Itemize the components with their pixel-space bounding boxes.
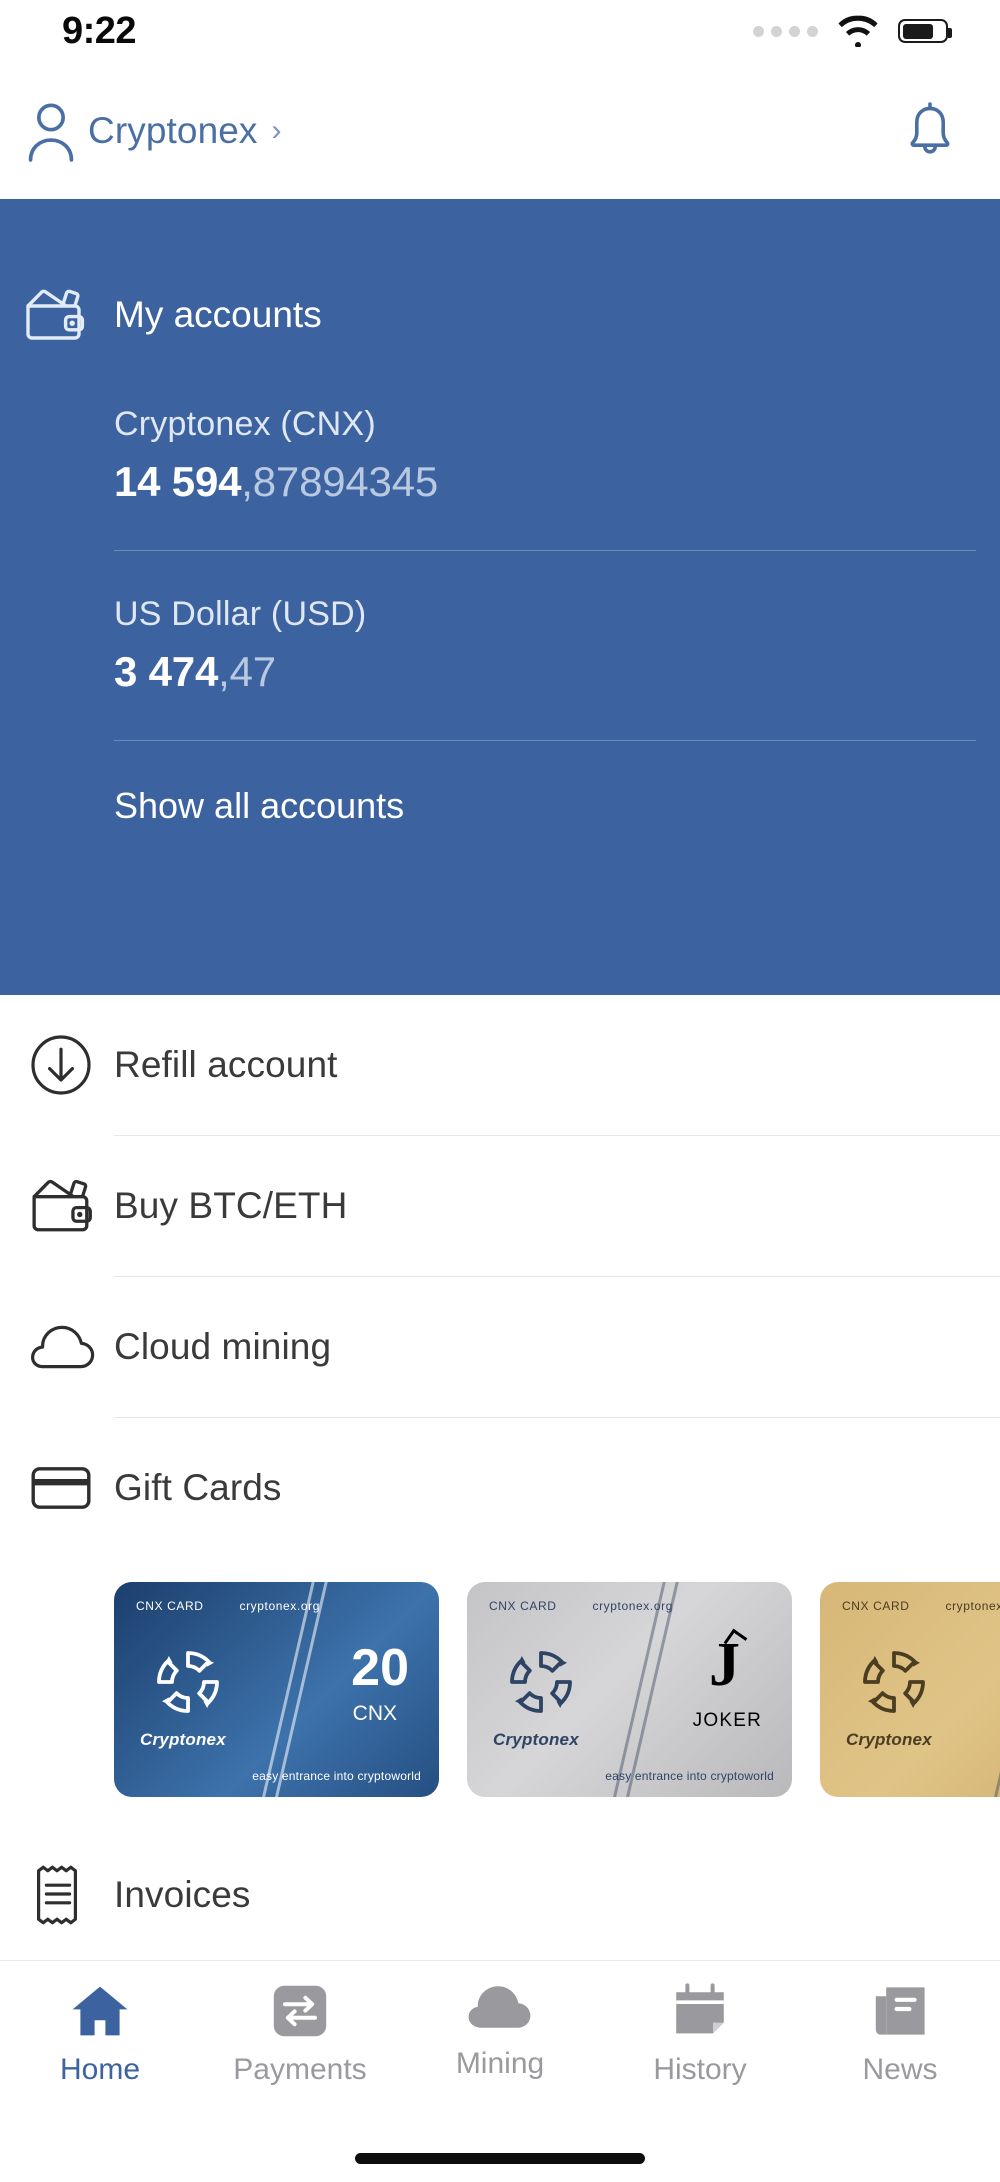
- accounts-header: My accounts: [24, 199, 1000, 343]
- tab-news[interactable]: News: [800, 1983, 1000, 2087]
- gift-card-brand: Cryptonex: [140, 1730, 226, 1749]
- account-amount-fraction: ,47: [218, 648, 276, 695]
- newspaper-icon: [871, 1983, 929, 2039]
- gift-card-brand: Cryptonex: [846, 1730, 932, 1749]
- account-name: Cryptonex (CNX): [114, 405, 376, 443]
- gift-cards-carousel[interactable]: CNX CARD cryptonex.org Cryptonex 20 CNX …: [0, 1558, 1000, 1825]
- gift-card-cnx-20[interactable]: CNX CARD cryptonex.org Cryptonex 20 CNX …: [114, 1582, 439, 1797]
- exchange-arrows-icon: [271, 1983, 329, 2039]
- gift-card-currency: CNX: [352, 1702, 397, 1725]
- menu-item-label: Gift Cards: [114, 1467, 282, 1508]
- account-amount: 3 474,47: [114, 648, 976, 696]
- bottom-tab-bar: Home Payments Mining History News: [0, 1960, 1000, 2182]
- credit-card-icon: [24, 1464, 114, 1512]
- home-indicator[interactable]: [355, 2153, 645, 2164]
- bell-icon[interactable]: [904, 101, 956, 160]
- tab-mining[interactable]: Mining: [400, 1983, 600, 2081]
- gift-card-label: CNX CARD: [136, 1599, 204, 1613]
- wifi-icon: [836, 15, 880, 47]
- menu-item-cloud-mining[interactable]: Cloud mining: [0, 1277, 1000, 1417]
- tab-payments[interactable]: Payments: [200, 1983, 400, 2087]
- accounts-title: My accounts: [114, 294, 322, 335]
- cloud-icon: [467, 1983, 533, 2033]
- chevron-right-icon: ›: [271, 113, 282, 147]
- gift-card-header: CNX CARD cryptonex.org: [842, 1599, 1000, 1613]
- account-amount-integer: 3 474: [114, 648, 219, 695]
- gift-card-gold[interactable]: CNX CARD cryptonex.org: [820, 1582, 1000, 1797]
- menu-item-label: Invoices: [114, 1874, 251, 1915]
- battery-icon: [898, 19, 952, 43]
- gift-card-site: cryptonex.org: [945, 1599, 1000, 1613]
- menu-item-label: Refill account: [114, 1044, 338, 1085]
- cryptonex-logo-icon: [854, 1642, 934, 1722]
- accounts-panel: My accounts Cryptonex (CNX) 14 594,87894…: [0, 199, 1000, 995]
- app-screen: 9:22 Cryptonex › My accounts Cryptonex (…: [0, 0, 1000, 2182]
- gift-card-value: J: [709, 1631, 740, 1699]
- app-header: Cryptonex ›: [0, 62, 1000, 199]
- account-amount: 14 594,87894345: [114, 458, 976, 506]
- gift-card-header: CNX CARD cryptonex.org: [136, 1599, 421, 1613]
- menu-item-invoices[interactable]: Invoices: [0, 1825, 1000, 1965]
- cryptonex-logo-icon: [501, 1642, 581, 1722]
- gift-card-label: CNX CARD: [489, 1599, 557, 1613]
- status-bar: 9:22: [0, 0, 1000, 62]
- menu-item-label: Buy BTC/ETH: [114, 1185, 348, 1226]
- gift-card-currency: JOKER: [692, 1710, 762, 1731]
- tab-home[interactable]: Home: [0, 1983, 200, 2087]
- account-row-usd[interactable]: US Dollar (USD) 3 474,47: [24, 595, 976, 696]
- status-clock: 9:22: [62, 9, 137, 52]
- wallet-icon: [24, 287, 86, 343]
- tab-label: History: [653, 2053, 747, 2086]
- menu-item-label: Cloud mining: [114, 1326, 332, 1367]
- menu-item-buy-btc-eth[interactable]: Buy BTC/ETH: [0, 1136, 1000, 1276]
- account-amount-integer: 14 594: [114, 458, 242, 505]
- status-indicators: [753, 15, 952, 47]
- cloud-icon: [24, 1323, 114, 1371]
- gift-card-brand: Cryptonex: [493, 1730, 579, 1749]
- gift-card-tagline: easy entrance into cryptoworld: [605, 1769, 774, 1783]
- account-name: US Dollar (USD): [114, 595, 367, 633]
- account-amount-fraction: ,87894345: [241, 458, 439, 505]
- gift-card-tagline: easy entrance into cryptoworld: [252, 1769, 421, 1783]
- tab-label: Home: [59, 2053, 141, 2086]
- main-menu: Refill account Buy BTC/ETH Cloud mining …: [0, 995, 1000, 2106]
- profile-name: Cryptonex: [88, 109, 258, 151]
- signal-dots-icon: [753, 25, 818, 37]
- account-divider: [114, 550, 976, 551]
- gift-card-label: CNX CARD: [842, 1599, 910, 1613]
- arrow-down-circle-icon: [24, 1034, 114, 1096]
- menu-item-refill-account[interactable]: Refill account: [0, 995, 1000, 1135]
- home-icon: [69, 1983, 131, 2039]
- accounts-list: Cryptonex (CNX) 14 594,87894345 US Dolla…: [24, 405, 1000, 827]
- calendar-icon: [671, 1983, 729, 2039]
- gift-card-value: 20: [351, 1639, 409, 1697]
- tab-label: Payments: [233, 2053, 367, 2086]
- gift-card-site: cryptonex.org: [239, 1599, 320, 1613]
- account-row-cnx[interactable]: Cryptonex (CNX) 14 594,87894345: [24, 405, 976, 506]
- account-divider: [114, 740, 976, 741]
- show-all-accounts-button[interactable]: Show all accounts: [24, 785, 976, 827]
- gift-card-header: CNX CARD cryptonex.org: [489, 1599, 774, 1613]
- profile-button[interactable]: Cryptonex ›: [24, 100, 282, 162]
- tab-label: Mining: [455, 2047, 545, 2080]
- receipt-icon: [24, 1864, 114, 1926]
- user-avatar-icon: [24, 100, 78, 162]
- tab-label: News: [862, 2053, 938, 2086]
- wallet-icon: [24, 1177, 114, 1235]
- tab-history[interactable]: History: [600, 1983, 800, 2087]
- menu-item-gift-cards[interactable]: Gift Cards: [0, 1418, 1000, 1558]
- cryptonex-logo-icon: [148, 1642, 228, 1722]
- gift-card-site: cryptonex.org: [592, 1599, 673, 1613]
- gift-card-joker[interactable]: CNX CARD cryptonex.org Cryptonex J JOKER…: [467, 1582, 792, 1797]
